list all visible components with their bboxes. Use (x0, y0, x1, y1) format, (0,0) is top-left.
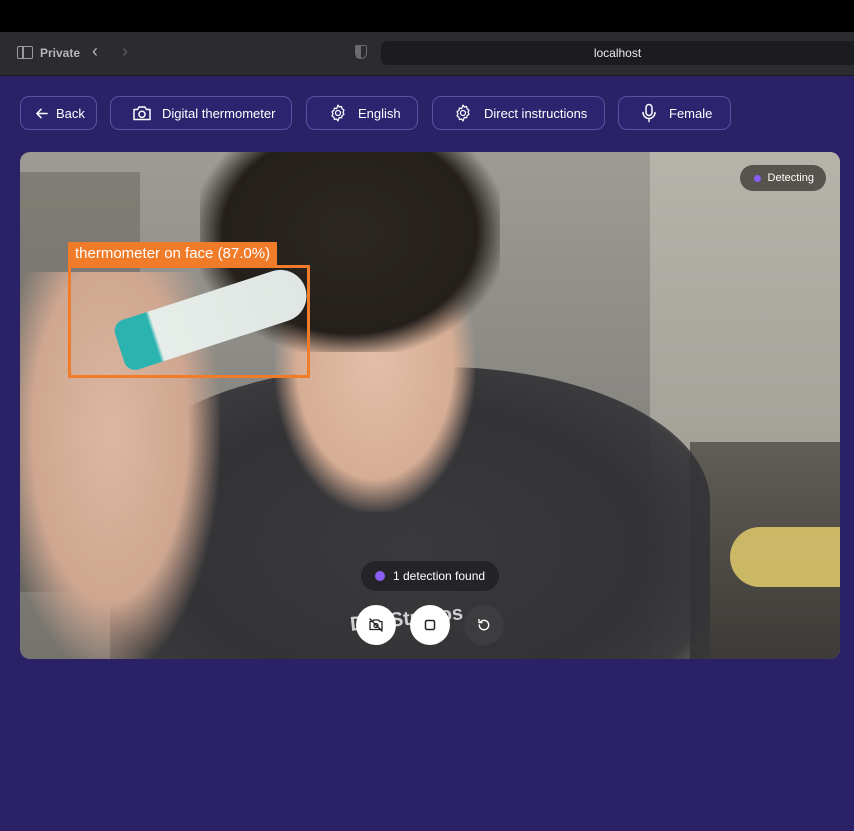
detection-dot (375, 571, 385, 581)
voice-selector[interactable]: Female (618, 96, 731, 130)
address-bar[interactable]: localhost (381, 41, 854, 65)
refresh-icon (478, 618, 490, 631)
window-top-bar (0, 0, 854, 32)
refresh-button[interactable] (464, 605, 504, 645)
camera-off-button[interactable] (356, 605, 396, 645)
detection-summary-badge: 1 detection found (361, 561, 500, 591)
device-selector[interactable]: Digital thermometer (110, 96, 292, 130)
arrow-left-icon (36, 108, 48, 118)
camera-icon (133, 106, 151, 121)
sidebar-icon[interactable] (17, 46, 33, 59)
device-label: Digital thermometer (162, 105, 276, 121)
instructions-selector[interactable]: Direct instructions (432, 96, 605, 130)
gear-icon (331, 104, 345, 122)
back-label: Back (56, 105, 85, 121)
detection-label: thermometer on face (87.0%) (68, 242, 278, 266)
status-label: Detecting (767, 172, 814, 184)
camera-off-icon (369, 618, 383, 632)
stop-icon (424, 619, 436, 631)
language-selector[interactable]: English (306, 96, 418, 130)
status-badge: Detecting (739, 165, 826, 191)
microphone-icon (642, 103, 656, 123)
chevron-left-icon[interactable]: ‹ (92, 41, 98, 62)
stop-button[interactable] (410, 605, 450, 645)
status-dot (753, 174, 761, 182)
chevron-right-icon[interactable]: › (122, 41, 128, 62)
camera-feed: thermometer on face (87.0%) Detecting 1 … (20, 152, 840, 659)
private-label: Private (40, 46, 81, 60)
voice-label: Female (669, 105, 713, 121)
instructions-label: Direct instructions (484, 105, 588, 121)
background-pillow (730, 527, 840, 587)
browser-toolbar: Private ‹ › localhost (0, 32, 854, 76)
detection-summary: 1 detection found (393, 569, 486, 583)
gear-icon (456, 104, 470, 122)
back-button[interactable]: Back (20, 96, 97, 130)
shield-icon[interactable] (355, 45, 367, 59)
detection-bounding-box (68, 265, 310, 378)
language-label: English (358, 105, 401, 121)
